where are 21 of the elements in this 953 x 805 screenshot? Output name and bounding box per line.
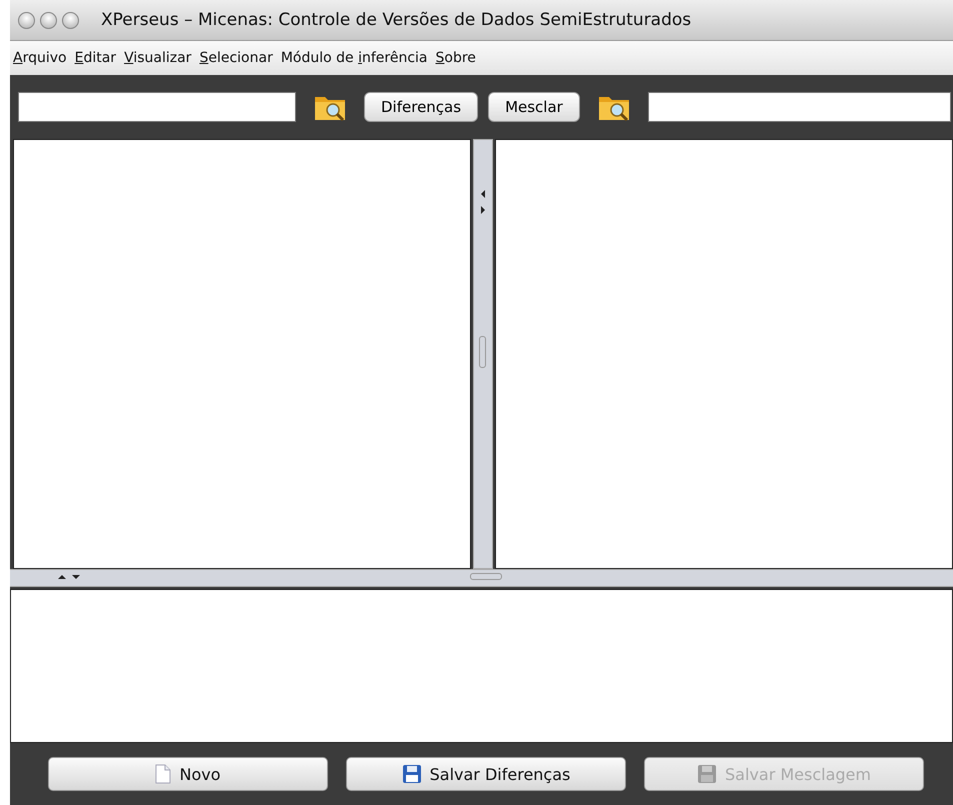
diff-button[interactable]: Diferenças — [364, 92, 478, 122]
menu-item[interactable]: Arquivo — [12, 50, 68, 66]
window-control-icon[interactable] — [62, 12, 79, 28]
file-path-field[interactable] — [18, 92, 296, 122]
file-path-field[interactable] — [648, 92, 951, 122]
menu-item[interactable]: Editar — [74, 50, 118, 66]
grip-handle[interactable] — [479, 336, 486, 368]
merge-button[interactable]: Mesclar — [488, 92, 580, 122]
menu-item[interactable]: Módulo de inferência — [280, 50, 428, 66]
window-control-icon[interactable] — [18, 12, 35, 28]
collapse-arrows-icon[interactable] — [480, 190, 486, 214]
collapse-arrows-icon[interactable] — [58, 574, 82, 580]
menu-item[interactable]: Sobre — [434, 50, 477, 66]
action-button[interactable]: Salvar Diferenças — [346, 757, 626, 791]
grip-handle[interactable] — [470, 573, 502, 580]
menu-item[interactable]: Selecionar — [198, 50, 274, 66]
window-title: XPerseus – Micenas: Controle de Versões de Dados SemiEstruturados — [100, 10, 692, 30]
menu-item[interactable]: Visualizar — [123, 50, 192, 66]
action-button[interactable]: Novo — [48, 757, 328, 791]
document-icon — [155, 764, 172, 784]
window-control-icon[interactable] — [40, 12, 57, 28]
